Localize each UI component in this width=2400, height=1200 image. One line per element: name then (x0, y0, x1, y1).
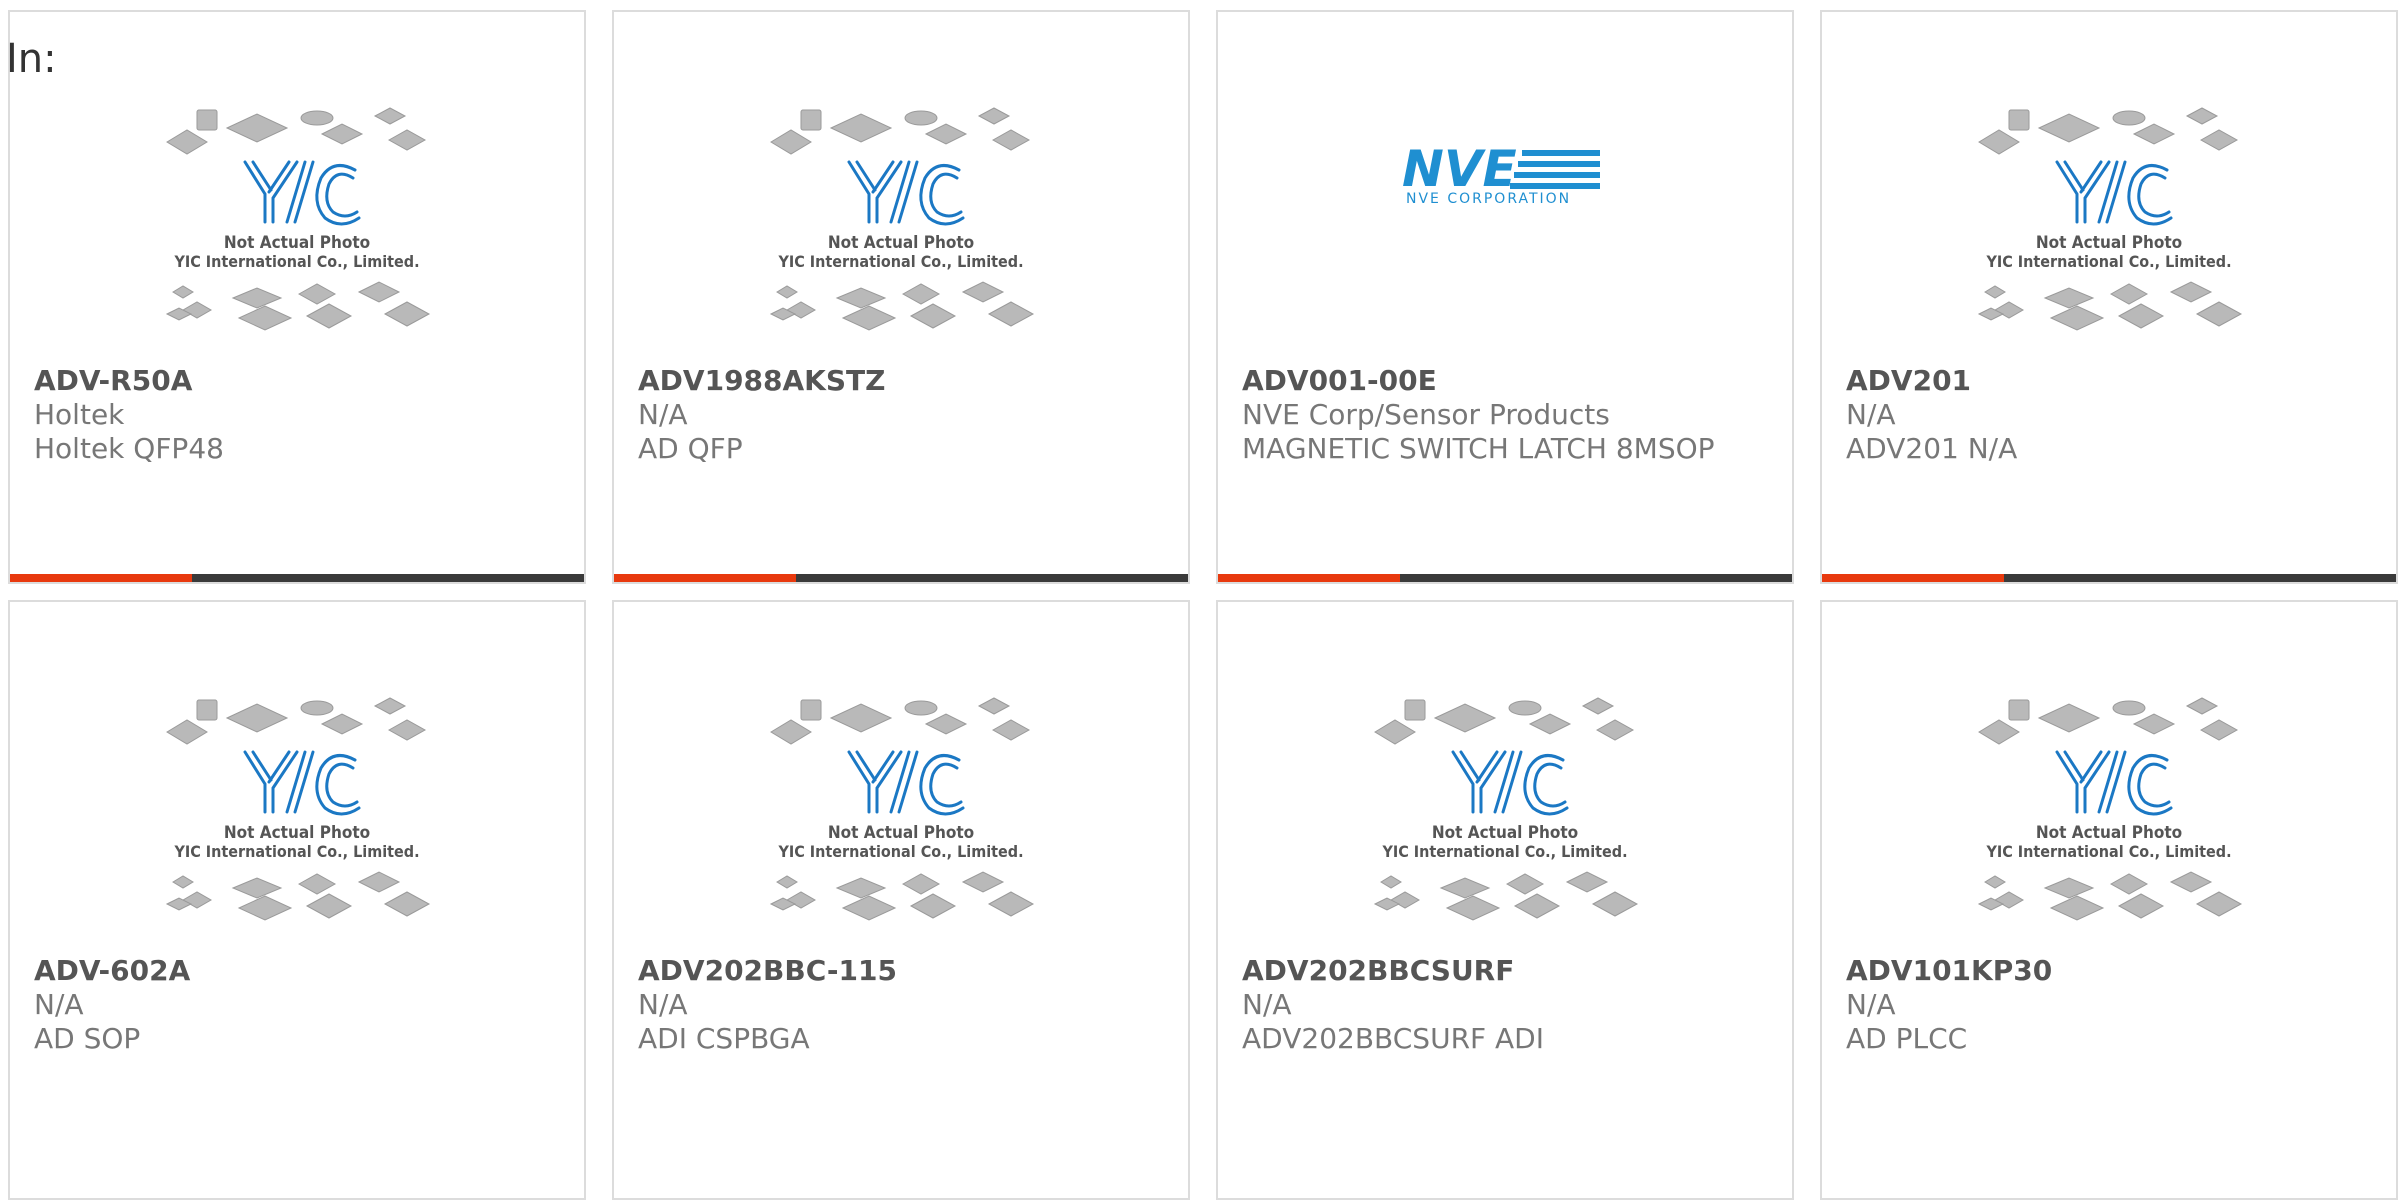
yic-logo-icon (2055, 750, 2173, 816)
manufacturer: N/A (1242, 988, 1292, 1021)
product-photo-placeholder[interactable]: Not Actual Photo YIC International Co., L… (1218, 692, 1792, 942)
part-number[interactable]: ADV1988AKSTZ (638, 364, 1168, 398)
not-actual-photo-text: Not Actual Photo (828, 233, 974, 253)
card-bottom-bar (10, 574, 584, 582)
chip-icons-top (770, 107, 1031, 155)
product-card[interactable]: Not Actual Photo YIC International Co., L… (8, 600, 586, 1200)
product-photo-placeholder[interactable]: Not Actual Photo YIC International Co., L… (10, 102, 584, 352)
company-name-text: YIC International Co., Limited. (173, 252, 419, 271)
description: Holtek QFP48 (34, 432, 224, 465)
product-photo-placeholder[interactable]: Not Actual Photo YIC International Co., L… (614, 692, 1188, 942)
yic-placeholder-graphic: Not Actual PhotoYIC International Co., L… (769, 107, 1035, 331)
company-name-text: YIC International Co., Limited. (1985, 842, 2231, 861)
not-actual-photo-text: Not Actual Photo (224, 233, 370, 253)
not-actual-photo-text: Not Actual Photo (828, 823, 974, 843)
nve-stripe (1510, 183, 1600, 189)
nve-stripe (1514, 172, 1600, 178)
part-number[interactable]: ADV101KP30 (1846, 954, 2376, 988)
manufacturer: N/A (638, 988, 688, 1021)
nve-stripe (1522, 150, 1600, 156)
nve-logo-text: NVE (1402, 142, 1517, 198)
product-card[interactable]: Not Actual Photo YIC International Co., L… (1216, 600, 1794, 1200)
yic-placeholder-graphic: Not Actual PhotoYIC International Co., L… (1977, 697, 2243, 921)
yic-placeholder-graphic: Not Actual PhotoYIC International Co., L… (769, 697, 1035, 921)
yic-logo-icon (847, 750, 965, 816)
manufacturer: NVE Corp/Sensor Products (1242, 398, 1610, 431)
company-name-text: YIC International Co., Limited. (1985, 252, 2231, 271)
company-name-text: YIC International Co., Limited. (173, 842, 419, 861)
card-accent-bar (614, 574, 796, 582)
card-accent-bar (1218, 574, 1400, 582)
not-actual-photo-text: Not Actual Photo (224, 823, 370, 843)
nve-logo[interactable]: NVE NVE CORPORATION (1218, 142, 1792, 232)
chip-icons-bottom (1977, 281, 2243, 331)
chip-icons-bottom (769, 281, 1035, 331)
manufacturer: N/A (1846, 988, 1896, 1021)
description: MAGNETIC SWITCH LATCH 8MSOP (1242, 432, 1715, 465)
manufacturer: N/A (1846, 398, 1896, 431)
product-card[interactable]: Not Actual Photo YIC International Co., L… (612, 10, 1190, 584)
description: ADI CSPBGA (638, 1022, 810, 1055)
chip-icons-bottom (1977, 871, 2243, 921)
description: ADV201 N/A (1846, 432, 2018, 465)
part-number[interactable]: ADV-R50A (34, 364, 564, 398)
yic-logo-icon (243, 750, 361, 816)
part-number[interactable]: ADV-602A (34, 954, 564, 988)
chip-icons-top (1374, 697, 1635, 745)
description: AD QFP (638, 432, 743, 465)
product-card[interactable]: Not Actual Photo YIC International Co., L… (8, 10, 586, 584)
yic-logo-icon (2055, 160, 2173, 226)
part-number[interactable]: ADV201 (1846, 364, 2376, 398)
part-number[interactable]: ADV202BBC-115 (638, 954, 1168, 988)
company-name-text: YIC International Co., Limited. (1381, 842, 1627, 861)
card-accent-bar (1822, 574, 2004, 582)
chip-icons-top (166, 107, 427, 155)
product-card[interactable]: Not Actual Photo YIC International Co., L… (1820, 10, 2398, 584)
chip-icons-top (166, 697, 427, 745)
part-number[interactable]: ADV202BBCSURF (1242, 954, 1772, 988)
product-photo-placeholder[interactable]: Not Actual Photo YIC International Co., L… (1822, 102, 2396, 352)
chip-icons-bottom (165, 281, 431, 331)
chip-icons-bottom (165, 871, 431, 921)
part-number[interactable]: ADV001-00E (1242, 364, 1772, 398)
manufacturer: N/A (34, 988, 84, 1021)
not-actual-photo-text: Not Actual Photo (2036, 823, 2182, 843)
chip-icons-top (1978, 107, 2239, 155)
description: AD SOP (34, 1022, 141, 1055)
nve-logo-tagline: NVE CORPORATION (1406, 191, 1571, 206)
product-photo-placeholder[interactable]: Not Actual Photo YIC International Co., L… (614, 102, 1188, 352)
yic-placeholder-graphic: Not Actual PhotoYIC International Co., L… (1373, 697, 1639, 921)
manufacturer: N/A (638, 398, 688, 431)
product-card[interactable]: Not Actual Photo YIC International Co., L… (612, 600, 1190, 1200)
card-bottom-bar (614, 574, 1188, 582)
nve-logo-graphic: NVE NVE CORPORATION (1402, 142, 1600, 206)
yic-placeholder-graphic: Not Actual PhotoYIC International Co., L… (165, 697, 431, 921)
yic-placeholder-graphic: Not Actual PhotoYIC International Co., L… (1977, 107, 2243, 331)
chip-icons-bottom (1373, 871, 1639, 921)
in-label: In: (6, 36, 57, 82)
card-bottom-bar (1218, 574, 1792, 582)
manufacturer: Holtek (34, 398, 125, 431)
yic-logo-icon (1451, 750, 1569, 816)
yic-logo-icon (243, 160, 361, 226)
card-accent-bar (10, 574, 192, 582)
company-name-text: YIC International Co., Limited. (777, 252, 1023, 271)
not-actual-photo-text: Not Actual Photo (2036, 233, 2182, 253)
chip-icons-top (1978, 697, 2239, 745)
nve-stripe (1518, 161, 1600, 167)
description: AD PLCC (1846, 1022, 1968, 1055)
product-card[interactable]: NVE NVE CORPORATION ADV001-00E NVE Corp/… (1216, 10, 1794, 584)
yic-placeholder-graphic: Not Actual PhotoYIC International Co., L… (165, 107, 431, 331)
not-actual-photo-text: Not Actual Photo (1432, 823, 1578, 843)
yic-logo-icon (847, 160, 965, 226)
product-photo-placeholder[interactable]: Not Actual Photo YIC International Co., L… (10, 692, 584, 942)
company-name-text: YIC International Co., Limited. (777, 842, 1023, 861)
product-photo-placeholder[interactable]: Not Actual Photo YIC International Co., L… (1822, 692, 2396, 942)
chip-icons-bottom (769, 871, 1035, 921)
description: ADV202BBCSURF ADI (1242, 1022, 1544, 1055)
chip-icons-top (770, 697, 1031, 745)
product-card[interactable]: Not Actual Photo YIC International Co., L… (1820, 600, 2398, 1200)
card-bottom-bar (1822, 574, 2396, 582)
